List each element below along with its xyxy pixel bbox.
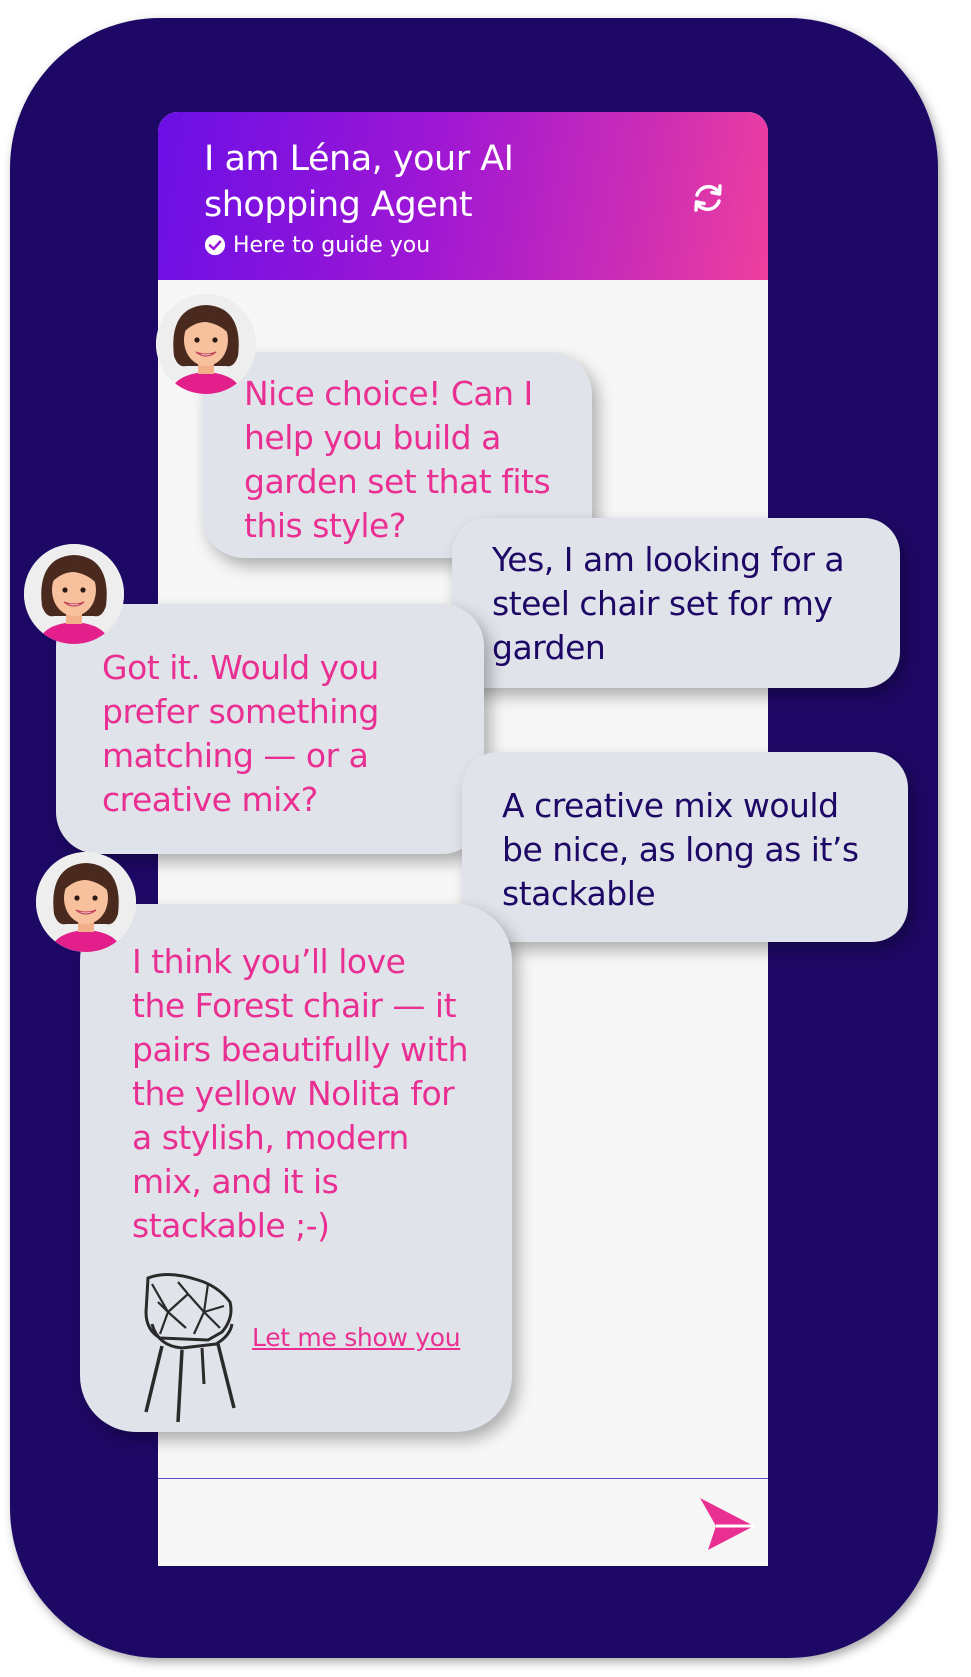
agent-title: I am Léna, your AI shopping Agent bbox=[204, 139, 514, 225]
message-text: Got it. Would you prefer something match… bbox=[102, 648, 379, 819]
message-text: I think you’ll love the Forest chair — i… bbox=[132, 942, 468, 1245]
user-message: Yes, I am looking for a steel chair set … bbox=[452, 518, 900, 688]
check-circle-icon bbox=[204, 234, 226, 256]
agent-message: I think you’ll love the Forest chair — i… bbox=[80, 904, 512, 1432]
forest-chair-image[interactable] bbox=[138, 1272, 248, 1422]
chat-header: I am Léna, your AI shopping Agent Here t… bbox=[158, 112, 768, 280]
agent-message: Got it. Would you prefer something match… bbox=[56, 604, 484, 854]
send-icon[interactable] bbox=[694, 1492, 758, 1556]
agent-avatar bbox=[24, 544, 124, 644]
input-divider bbox=[158, 1478, 768, 1479]
subtitle-text: Here to guide you bbox=[233, 232, 431, 258]
let-me-show-you-link[interactable]: Let me show you bbox=[252, 1316, 461, 1360]
message-text: Yes, I am looking for a steel chair set … bbox=[492, 540, 845, 667]
agent-subtitle: Here to guide you bbox=[204, 230, 430, 260]
agent-avatar bbox=[156, 294, 256, 394]
refresh-icon[interactable] bbox=[688, 178, 728, 218]
agent-avatar bbox=[36, 852, 136, 952]
user-message: A creative mix would be nice, as long as… bbox=[462, 752, 908, 942]
message-text: A creative mix would be nice, as long as… bbox=[502, 786, 859, 913]
message-input[interactable] bbox=[168, 1484, 698, 1556]
